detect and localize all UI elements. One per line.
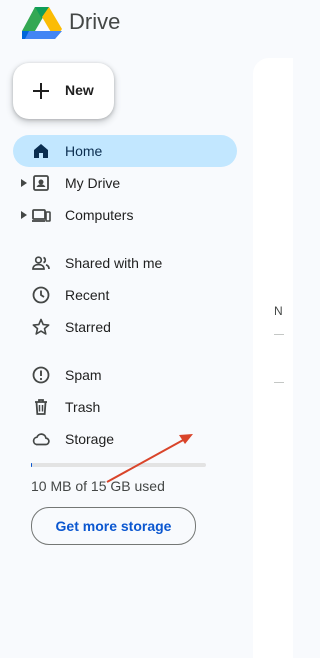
sidebar-item-label: Home <box>65 143 103 159</box>
main-content-panel: N <box>253 58 293 658</box>
drive-logo-icon[interactable] <box>22 5 62 41</box>
clock-icon <box>32 286 50 304</box>
expand-caret-icon[interactable] <box>21 211 27 219</box>
sidebar-item-label: Shared with me <box>65 255 163 271</box>
sidebar-item-label: Spam <box>65 367 102 383</box>
header: Drive <box>0 0 278 48</box>
sidebar-item-home[interactable]: Home <box>13 135 237 167</box>
cloud-icon <box>32 433 50 446</box>
annotation-arrow-icon <box>106 434 193 483</box>
sidebar-item-label: Trash <box>65 399 101 415</box>
sidebar-item-label: Recent <box>65 287 110 303</box>
my-drive-icon <box>33 175 49 191</box>
plus-icon <box>33 83 49 99</box>
get-more-storage-label: Get more storage <box>55 518 172 534</box>
divider <box>274 382 284 383</box>
expand-caret-icon[interactable] <box>21 179 27 187</box>
sidebar-item-computers[interactable]: Computers <box>13 199 237 231</box>
shared-icon <box>32 256 50 270</box>
divider <box>274 334 284 335</box>
storage-usage-fill <box>31 463 32 467</box>
sidebar-item-label: Starred <box>65 319 111 335</box>
spam-icon <box>32 366 50 384</box>
sidebar-item-starred[interactable]: Starred <box>13 311 237 343</box>
sidebar-item-label: My Drive <box>65 175 121 191</box>
new-button[interactable]: New <box>13 63 114 119</box>
sidebar-item-my-drive[interactable]: My Drive <box>13 167 237 199</box>
star-icon <box>32 318 50 335</box>
sidebar-item-trash[interactable]: Trash <box>13 391 237 423</box>
sidebar-item-shared-with-me[interactable]: Shared with me <box>13 247 237 279</box>
get-more-storage-button[interactable]: Get more storage <box>31 507 196 545</box>
home-icon <box>34 144 48 158</box>
sidebar-item-recent[interactable]: Recent <box>13 279 237 311</box>
column-header-partial: N <box>274 304 283 318</box>
sidebar-item-spam[interactable]: Spam <box>13 359 237 391</box>
trash-icon <box>35 399 47 415</box>
app-name: Drive <box>69 9 121 34</box>
sidebar-item-label: Computers <box>65 207 134 223</box>
new-button-label: New <box>65 82 94 98</box>
computers-icon <box>32 209 51 222</box>
